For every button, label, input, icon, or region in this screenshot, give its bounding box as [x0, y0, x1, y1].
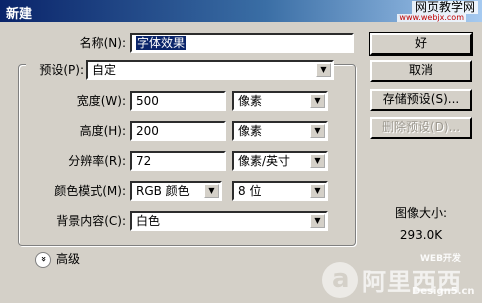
- expand-advanced-icon[interactable]: [35, 252, 51, 268]
- chevron-down-icon[interactable]: [204, 184, 219, 198]
- image-size-label: 图像大小:: [394, 206, 448, 220]
- advanced-label[interactable]: 高级: [56, 250, 80, 268]
- name-input-value: 字体效果: [136, 36, 187, 50]
- chevron-down-icon[interactable]: [310, 184, 325, 198]
- width-unit-value: 像素: [238, 94, 263, 108]
- preset-label: 预设(P):: [26, 61, 86, 79]
- height-input[interactable]: 200: [130, 121, 226, 141]
- background-value: 白色: [136, 214, 161, 228]
- width-input[interactable]: 500: [130, 91, 226, 111]
- height-label: 高度(H):: [79, 124, 126, 138]
- height-input-value: 200: [136, 124, 159, 138]
- width-unit-select[interactable]: 像素: [232, 91, 328, 111]
- height-unit-select[interactable]: 像素: [232, 121, 328, 141]
- watermark-logo: a: [322, 262, 358, 298]
- color-mode-select[interactable]: RGB 颜色: [130, 181, 222, 201]
- background-label: 背景内容(C):: [56, 214, 126, 228]
- watermark-top-url: www.webjx.com: [397, 13, 466, 22]
- name-input[interactable]: 字体效果: [130, 33, 354, 53]
- chevron-down-icon[interactable]: [310, 94, 325, 108]
- preset-select[interactable]: 自定: [86, 60, 334, 80]
- delete-preset-button: 删除预设(D)...: [370, 117, 472, 139]
- cancel-button[interactable]: 取消: [370, 60, 472, 82]
- resolution-unit-select[interactable]: 像素/英寸: [232, 151, 328, 171]
- chevron-down-icon[interactable]: [310, 124, 325, 138]
- width-label: 宽度(W):: [76, 94, 126, 108]
- name-label: 名称(N):: [79, 36, 126, 50]
- watermark-site: Design5.cn: [412, 286, 475, 297]
- resolution-unit-value: 像素/英寸: [238, 154, 291, 168]
- chevron-down-icon[interactable]: [310, 154, 325, 168]
- resolution-input[interactable]: 72: [130, 151, 226, 171]
- chevron-down-icon[interactable]: [316, 63, 331, 77]
- preset-select-value: 自定: [92, 63, 117, 77]
- save-preset-button[interactable]: 存储预设(S)...: [370, 89, 472, 111]
- background-select[interactable]: 白色: [130, 211, 328, 231]
- resolution-input-value: 72: [136, 154, 152, 168]
- color-mode-label: 颜色模式(M):: [54, 184, 126, 198]
- ok-button[interactable]: 好: [369, 32, 473, 56]
- bit-depth-value: 8 位: [238, 184, 262, 198]
- width-input-value: 500: [136, 94, 159, 108]
- window-title: 新建: [6, 7, 33, 22]
- height-unit-value: 像素: [238, 124, 263, 138]
- chevron-down-icon[interactable]: [310, 214, 325, 228]
- title-bar: 新建 网页教学网 www.webjx.com: [0, 0, 482, 22]
- color-mode-value: RGB 颜色: [136, 184, 190, 198]
- image-size-value: 293.0K: [399, 228, 443, 242]
- resolution-label: 分辨率(R):: [68, 154, 126, 168]
- bit-depth-select[interactable]: 8 位: [232, 181, 328, 201]
